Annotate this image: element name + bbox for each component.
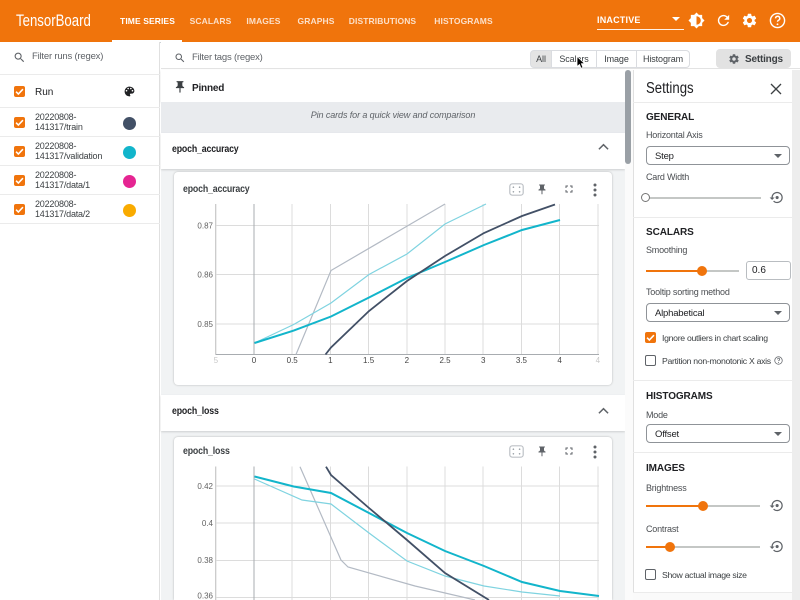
svg-text:2.5: 2.5 [439, 356, 451, 365]
svg-text:4: 4 [557, 356, 562, 365]
svg-text:0.87: 0.87 [197, 222, 213, 231]
svg-text:0.36: 0.36 [197, 592, 213, 600]
svg-text:3: 3 [481, 356, 486, 365]
svg-text:0.42: 0.42 [197, 482, 213, 491]
svg-text:0.4: 0.4 [202, 519, 214, 528]
svg-text:0.38: 0.38 [197, 556, 213, 565]
svg-text:4: 4 [596, 356, 601, 365]
svg-text:0.5: 0.5 [287, 356, 299, 365]
svg-text:1: 1 [328, 356, 333, 365]
svg-text:3.5: 3.5 [516, 356, 528, 365]
svg-text:0.86: 0.86 [197, 271, 213, 280]
svg-text:1.5: 1.5 [363, 356, 375, 365]
svg-text:5: 5 [214, 356, 219, 365]
svg-text:2: 2 [405, 356, 410, 365]
svg-text:0.85: 0.85 [197, 320, 213, 329]
svg-text:0: 0 [252, 356, 257, 365]
